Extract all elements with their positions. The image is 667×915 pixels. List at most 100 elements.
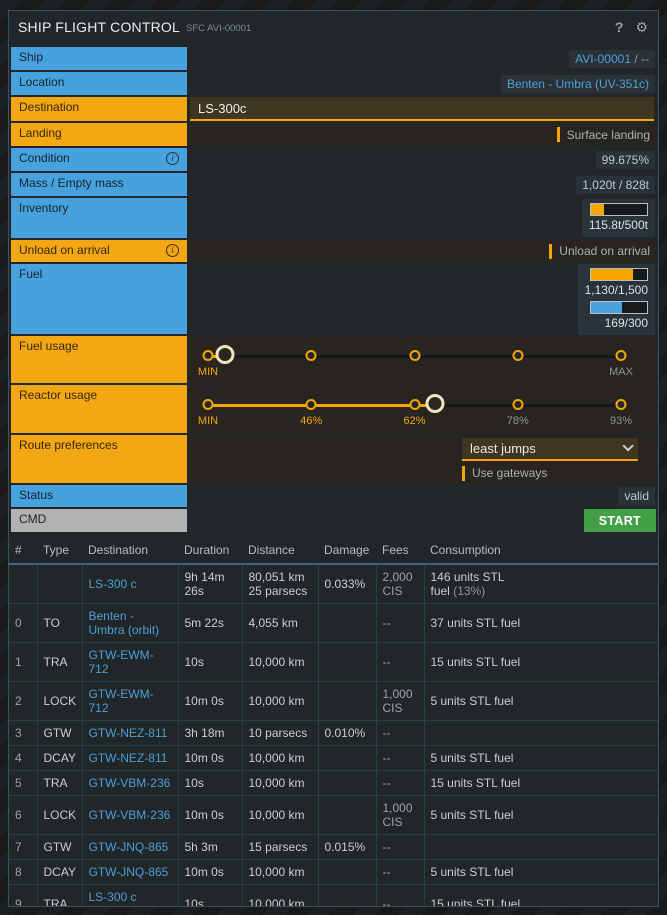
slider-tick[interactable] <box>305 350 317 361</box>
use-gateways-toggle-label: Use gateways <box>472 466 548 480</box>
table-cell: 9 <box>9 884 37 906</box>
table-cell: GTW-VBM-236 <box>81 795 178 835</box>
condition-value-area: 99.675% <box>188 148 656 171</box>
reactor-usage-slider[interactable]: MIN 46% 62% 78% 93% <box>188 385 656 433</box>
location-link[interactable]: Benten - Umbra (UV-351c) <box>507 77 649 91</box>
table-cell: GTW-NEZ-811 <box>81 720 178 746</box>
table-cell: 6 <box>9 795 37 835</box>
table-cell: -- <box>375 603 424 643</box>
table-cell: TRA <box>36 884 82 906</box>
stl-fuel-meter-fill <box>591 268 633 280</box>
unload-toggle[interactable]: Unload on arrival <box>549 243 650 259</box>
surface-landing-toggle[interactable]: Surface landing <box>556 127 650 142</box>
route-preference-select[interactable]: least jumps <box>462 437 638 461</box>
inventory-value-area: 115.8t/500t <box>188 198 656 238</box>
surface-landing-toggle-label: Surface landing <box>566 127 650 142</box>
location-row: Location Benten - Umbra (UV-351c) <box>11 72 656 95</box>
destination-link[interactable]: GTW-EWM-712 <box>89 648 154 676</box>
table-cell: 0.033% <box>317 564 376 604</box>
inventory-meter-fill <box>591 204 604 215</box>
column-header: # <box>9 538 37 565</box>
table-cell: 10,000 km <box>241 642 318 682</box>
destination-link[interactable]: Benten - Umbra (orbit) <box>89 609 160 637</box>
destination-link[interactable]: GTW-NEZ-811 <box>89 751 168 765</box>
slider-track-area[interactable] <box>202 345 627 364</box>
table-cell: 10,000 km <box>241 859 318 885</box>
mass-value-area: 1,020t / 828t <box>188 173 656 196</box>
table-cell: GTW <box>36 834 82 860</box>
info-icon[interactable]: i <box>166 152 179 165</box>
inventory-label: Inventory <box>11 198 187 238</box>
toggle-indicator <box>556 127 560 142</box>
column-header: Duration <box>178 538 242 565</box>
landing-row: Landing Surface landing <box>11 123 656 146</box>
start-button[interactable]: START <box>583 509 656 532</box>
destination-link[interactable]: GTW-VBM-236 <box>89 808 171 822</box>
fuel-usage-slider[interactable]: MIN MAX <box>188 336 656 383</box>
ftl-fuel-value: 169/300 <box>604 315 648 330</box>
slider-tick[interactable] <box>512 350 524 361</box>
destination-link[interactable]: GTW-VBM-236 <box>89 776 171 790</box>
use-gateways-toggle[interactable]: Use gateways <box>462 465 548 481</box>
destination-link[interactable]: GTW-JNQ-865 <box>89 865 169 879</box>
table-cell: 7 <box>9 834 37 860</box>
destination-link[interactable]: GTW-JNQ-865 <box>89 840 169 854</box>
fuel-usage-value-area: MIN MAX <box>188 336 656 383</box>
slider-tick[interactable] <box>202 350 214 361</box>
table-cell: GTW-JNQ-865 <box>81 859 178 885</box>
table-cell: 80,051 km 25 parsecs <box>241 564 318 604</box>
table-cell: LOCK <box>36 795 82 835</box>
location-label: Location <box>11 72 187 95</box>
table-cell: 2,000 CIS <box>375 564 424 604</box>
slider-tick[interactable] <box>615 350 627 361</box>
ship-row: Ship AVI-00001 / -- <box>11 47 656 70</box>
table-cell: -- <box>375 859 424 885</box>
table-cell <box>317 859 376 885</box>
table-cell: 0 <box>9 603 37 643</box>
table-cell: 4,055 km <box>241 603 318 643</box>
fuel-value-area: 1,130/1,500 169/300 <box>188 263 656 335</box>
table-cell: 10m 0s <box>177 745 242 771</box>
unload-row: Unload on arrival i Unload on arrival <box>11 240 656 262</box>
table-cell: 0.010% <box>317 720 376 746</box>
slider-tick[interactable] <box>512 399 524 410</box>
slider-tick[interactable] <box>409 399 420 410</box>
table-cell: 5 units STL fuel <box>423 681 658 721</box>
destination-link[interactable]: LS-300 c <box>89 577 137 591</box>
table-row: 8 DCAY GTW-JNQ-865 10m 0s 10,000 km -- 5 units… <box>9 859 658 885</box>
slider-tick[interactable] <box>202 399 214 410</box>
table-cell: GTW-EWM-712 <box>81 642 178 682</box>
table-cell <box>317 884 376 906</box>
slider-handle[interactable] <box>215 345 235 364</box>
destination-input[interactable] <box>190 97 654 121</box>
inventory-row: Inventory 115.8t/500t <box>11 198 656 238</box>
destination-label: Destination <box>11 97 187 121</box>
slider-tick[interactable] <box>305 399 317 410</box>
table-cell: 8 <box>9 859 37 885</box>
mass-row: Mass / Empty mass 1,020t / 828t <box>11 173 656 196</box>
unload-label: Unload on arrival i <box>11 240 187 262</box>
destination-link[interactable]: GTW-NEZ-811 <box>89 726 168 740</box>
table-cell: 15 units STL fuel <box>423 884 658 906</box>
slider-tick[interactable] <box>615 399 627 410</box>
table-cell: LOCK <box>36 681 82 721</box>
table-row: 7 GTW GTW-JNQ-865 5h 3m 15 parsecs 0.015% -- <box>9 834 658 860</box>
fuel-label: Fuel <box>11 264 187 334</box>
destination-link[interactable]: LS-300 c (orbit) <box>89 890 137 906</box>
destination-link[interactable]: GTW-EWM-712 <box>89 687 154 715</box>
toggle-indicator <box>549 243 553 259</box>
condition-value: 99.675% <box>595 150 655 169</box>
gear-icon[interactable]: ⚙ <box>635 19 648 36</box>
table-cell: 15 units STL fuel <box>423 642 658 682</box>
ftl-fuel-meter <box>590 300 648 314</box>
slider-track-area[interactable] <box>202 394 627 413</box>
route-preferences-value-area: least jumps Use gateways <box>188 435 656 483</box>
table-cell: Benten - Umbra (orbit) <box>81 603 178 643</box>
slider-handle[interactable] <box>425 394 445 413</box>
landing-label: Landing <box>11 123 187 146</box>
help-icon[interactable]: ? <box>615 19 624 35</box>
table-cell: 5 units STL fuel <box>423 859 658 885</box>
ship-link[interactable]: AVI-00001 <box>575 52 631 66</box>
slider-tick[interactable] <box>409 350 420 361</box>
info-icon[interactable]: i <box>166 244 179 257</box>
